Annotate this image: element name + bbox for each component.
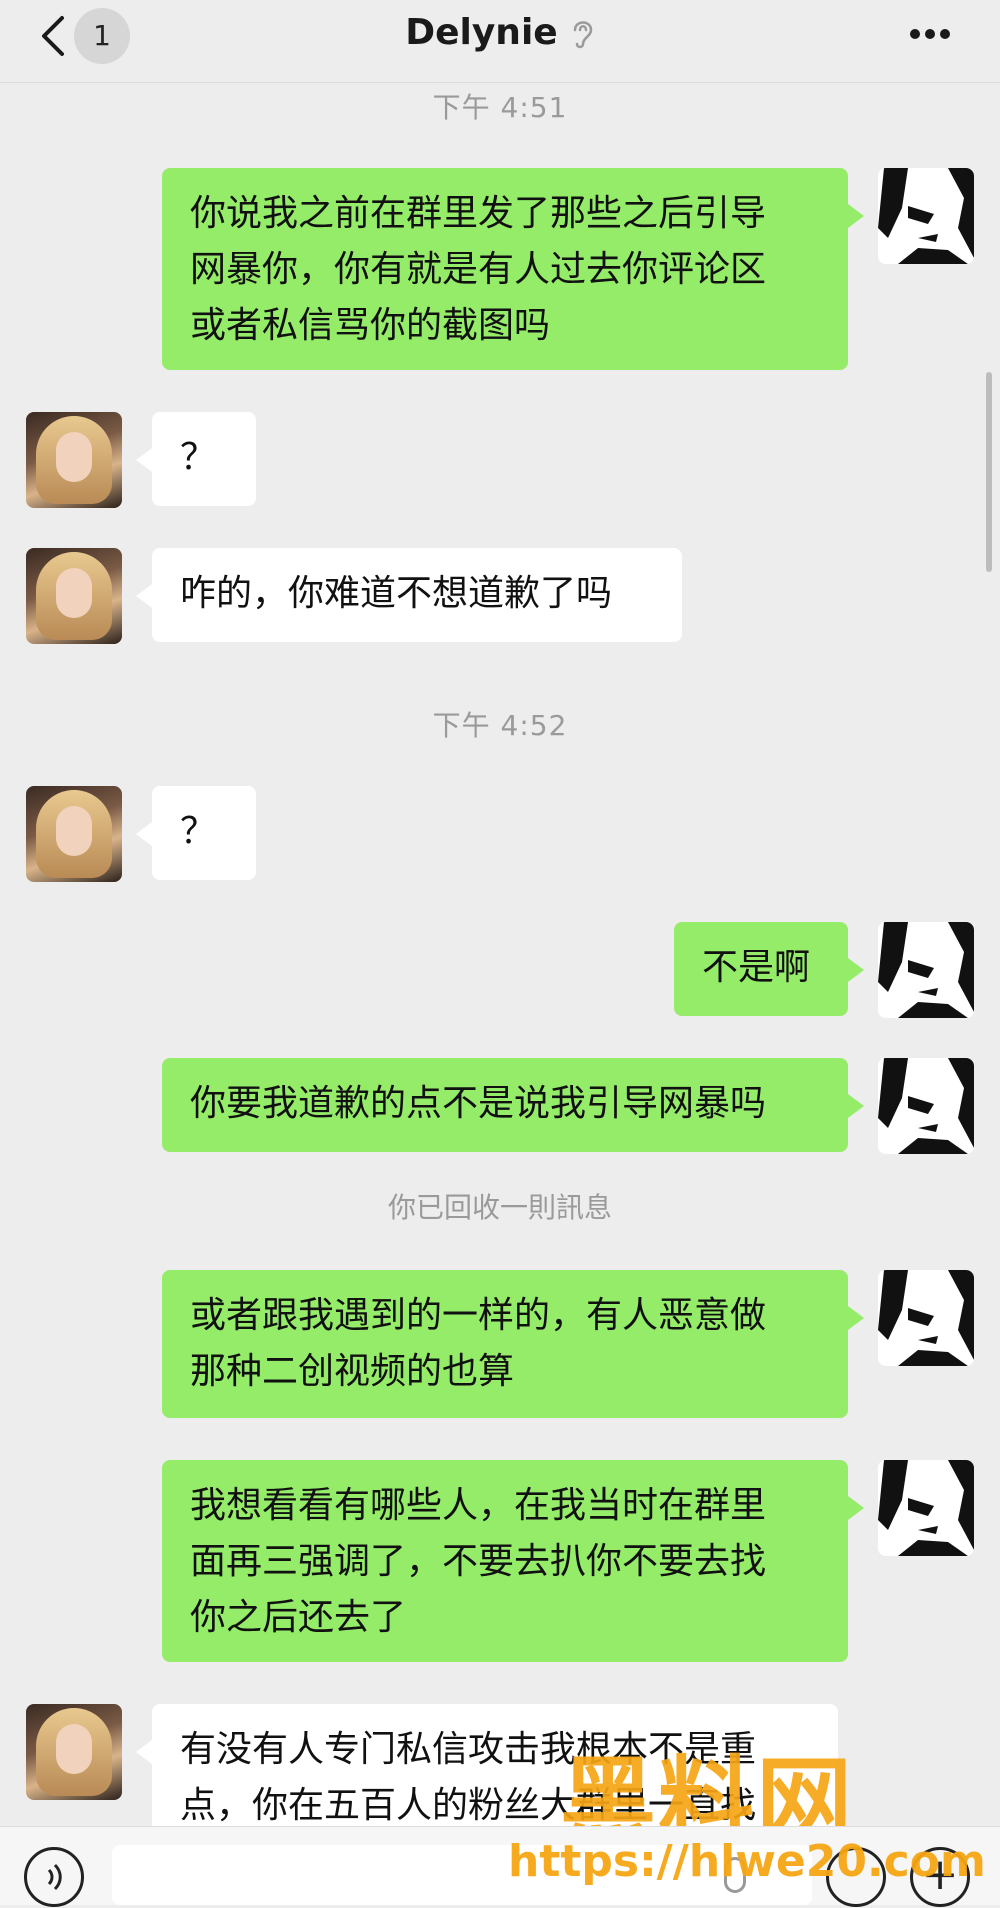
chat-title[interactable]: Delynie — [405, 12, 558, 53]
watermark-url: https://hlwe20.com — [508, 1836, 986, 1887]
message-bubble-outgoing[interactable]: 我想看看有哪些人，在我当时在群里 面再三强调了，不要去扒你不要去找 你之后还去了 — [162, 1460, 864, 1662]
avatar-illustration — [878, 922, 974, 1018]
message-bubble-incoming[interactable]: ？ — [136, 412, 256, 506]
timestamp: 下午 4:51 — [432, 91, 568, 124]
message-bubble-incoming[interactable]: ？ — [136, 786, 256, 880]
avatar-illustration — [878, 1058, 974, 1154]
my-avatar[interactable] — [878, 168, 974, 264]
contact-avatar[interactable] — [26, 548, 122, 644]
chat-header: 1 Delynie — [0, 0, 1000, 83]
contact-avatar[interactable] — [26, 412, 122, 508]
voice-waves — [47, 1863, 62, 1891]
my-avatar[interactable] — [878, 1270, 974, 1366]
my-avatar[interactable] — [878, 922, 974, 1018]
avatar-illustration — [878, 1460, 974, 1556]
timestamp: 下午 4:52 — [432, 709, 568, 742]
my-avatar[interactable] — [878, 1460, 974, 1556]
message-bubble-incoming[interactable]: 咋的，你难道不想道歉了吗 — [136, 548, 682, 642]
scrollbar[interactable] — [986, 372, 992, 572]
more-dots-icon[interactable] — [910, 24, 966, 44]
contact-avatar[interactable] — [26, 786, 122, 882]
message-bubble-outgoing[interactable]: 你要我道歉的点不是说我引导网暴吗 — [162, 1058, 864, 1152]
message-bubble-outgoing[interactable]: 或者跟我遇到的一样的，有人恶意做 那种二创视频的也算 — [162, 1270, 864, 1418]
avatar-illustration — [878, 1270, 974, 1366]
message-bubble-outgoing[interactable]: 不是啊 — [674, 922, 864, 1016]
avatar-illustration — [878, 168, 974, 264]
message-bubble-outgoing[interactable]: 你说我之前在群里发了那些之后引导 网暴你，你有就是有人过去你评论区 或者私信骂你… — [162, 168, 864, 370]
chat-title-wrap: Delynie — [0, 12, 1000, 58]
ear-icon — [573, 20, 593, 48]
my-avatar[interactable] — [878, 1058, 974, 1154]
recall-notice: 你已回收一則訊息 — [387, 1191, 612, 1224]
contact-avatar[interactable] — [26, 1704, 122, 1800]
voice-icon[interactable] — [24, 1847, 84, 1907]
